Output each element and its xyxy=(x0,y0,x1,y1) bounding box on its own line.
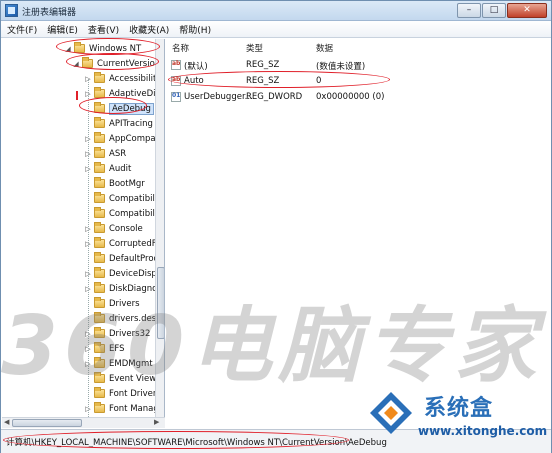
tree-node-label: ASR xyxy=(109,148,127,159)
folder-icon xyxy=(94,147,105,158)
tree-node-label: AeDebug xyxy=(109,102,154,115)
folder-icon xyxy=(94,177,105,188)
tree-node[interactable]: ▷AppCompatFla xyxy=(84,131,164,146)
scroll-left-icon[interactable]: ◀ xyxy=(4,418,9,426)
minimize-icon: – xyxy=(466,5,472,15)
status-path: 计算机\HKEY_LOCAL_MACHINE\SOFTWARE\Microsof… xyxy=(6,438,387,448)
tree-node[interactable]: Compatibility xyxy=(84,191,164,206)
value-type: REG_SZ xyxy=(246,60,280,70)
value-name: Auto xyxy=(184,76,204,86)
window-title: 注册表编辑器 xyxy=(22,8,77,18)
registry-editor-window: 注册表编辑器 – □ ✕ 文件(F) 编辑(E) 查看(V) 收藏夹(A) 帮助… xyxy=(0,0,552,453)
folder-icon xyxy=(94,402,105,413)
expanded-arrow-icon[interactable]: ◢ xyxy=(72,60,80,68)
folder-icon xyxy=(94,207,105,218)
tree-node[interactable]: ▷ Accessibility xyxy=(84,71,161,86)
registry-value-row[interactable]: UserDebugger...REG_DWORD 0x00000000 (0) xyxy=(166,90,551,105)
tree-node[interactable]: ▷ Console xyxy=(84,221,143,236)
string-value-icon xyxy=(171,76,181,86)
list-header: 名称 类型 数据 xyxy=(166,39,551,55)
title-bar[interactable]: 注册表编辑器 – □ ✕ xyxy=(1,1,551,21)
tree-node[interactable]: DefaultProduct xyxy=(84,251,164,266)
scroll-right-icon[interactable]: ▶ xyxy=(154,418,159,426)
registry-value-row[interactable]: Auto REG_SZ 0 xyxy=(166,74,551,89)
tree-node-label: CurrentVersion xyxy=(97,58,161,69)
folder-icon xyxy=(74,42,85,53)
registry-app-icon xyxy=(5,4,18,17)
folder-icon xyxy=(94,237,105,248)
tree-node-label: APITracing xyxy=(109,118,153,129)
value-data: (数值未设置) xyxy=(316,62,366,72)
value-name: UserDebugger... xyxy=(184,92,253,102)
value-type: REG_DWORD xyxy=(246,92,303,102)
tree-node[interactable]: BootMgr xyxy=(84,176,145,191)
string-value-icon xyxy=(171,60,181,70)
folder-icon xyxy=(94,162,105,173)
maximize-icon: □ xyxy=(489,5,499,15)
folder-icon xyxy=(82,57,93,68)
column-type[interactable]: 类型 xyxy=(246,42,263,54)
folder-icon xyxy=(94,252,105,263)
close-icon: ✕ xyxy=(523,5,531,15)
tree-node[interactable]: ▷AdaptiveDispla xyxy=(84,86,164,101)
tree-node[interactable]: AeDebug xyxy=(84,101,154,116)
maximize-button[interactable]: □ xyxy=(482,3,506,18)
folder-icon xyxy=(94,222,105,233)
expanded-arrow-icon[interactable]: ◢ xyxy=(64,45,72,53)
brand-logo-icon xyxy=(370,392,412,434)
column-name[interactable]: 名称 xyxy=(172,42,189,54)
tree-node[interactable]: ▷ ASR xyxy=(84,146,126,161)
column-data[interactable]: 数据 xyxy=(316,42,333,54)
folder-icon xyxy=(94,72,105,83)
brand-name: 系统盒 xyxy=(424,396,494,421)
menu-view[interactable]: 查看(V) xyxy=(88,23,119,36)
tree-node[interactable]: ◢ Windows NT xyxy=(64,41,141,56)
tree-hscroll-thumb[interactable] xyxy=(12,419,82,427)
annotation-mark xyxy=(76,91,78,100)
tree-node-label: Console xyxy=(109,223,143,234)
tree-node[interactable]: ▷CorruptedFileR xyxy=(84,236,164,251)
value-data: 0x00000000 (0) xyxy=(316,92,385,102)
minimize-button[interactable]: – xyxy=(457,3,481,18)
dword-value-icon xyxy=(171,92,181,102)
tree-node-label: Windows NT xyxy=(89,43,142,54)
folder-icon xyxy=(94,87,105,98)
menu-bar: 文件(F) 编辑(E) 查看(V) 收藏夹(A) 帮助(H) xyxy=(1,21,551,38)
brand-logo: 系统盒 www.xitonghe.com xyxy=(366,386,548,448)
tree-horizontal-scrollbar[interactable]: ◀ ▶ xyxy=(2,417,165,428)
tree-node[interactable]: APITracing xyxy=(84,116,153,131)
tree-node-label: Audit xyxy=(109,163,132,174)
folder-icon xyxy=(94,102,105,113)
tree-node[interactable]: Compatibility32 xyxy=(84,206,164,221)
brand-url: www.xitonghe.com xyxy=(418,424,548,438)
menu-help[interactable]: 帮助(H) xyxy=(179,23,211,36)
watermark-text: 360电脑专家 xyxy=(1,299,543,394)
tree-node-label: BootMgr xyxy=(109,178,145,189)
value-name: (默认) xyxy=(184,62,208,72)
registry-value-row[interactable]: (默认) REG_SZ (数值未设置) xyxy=(166,58,551,73)
tree-node[interactable]: ◢ CurrentVersion xyxy=(72,56,160,71)
menu-favorites[interactable]: 收藏夹(A) xyxy=(129,23,169,36)
close-button[interactable]: ✕ xyxy=(507,3,547,18)
tree-node[interactable]: ▷Font Managem xyxy=(84,401,164,416)
menu-file[interactable]: 文件(F) xyxy=(7,23,37,36)
tree-node-label: Accessibility xyxy=(109,73,162,84)
value-data: 0 xyxy=(316,76,322,86)
folder-icon xyxy=(94,267,105,278)
folder-icon xyxy=(94,117,105,128)
folder-icon xyxy=(94,192,105,203)
tree-node[interactable]: ▷ Audit xyxy=(84,161,131,176)
folder-icon xyxy=(94,132,105,143)
menu-edit[interactable]: 编辑(E) xyxy=(47,23,78,36)
value-type: REG_SZ xyxy=(246,76,280,86)
window-controls: – □ ✕ xyxy=(456,3,547,19)
